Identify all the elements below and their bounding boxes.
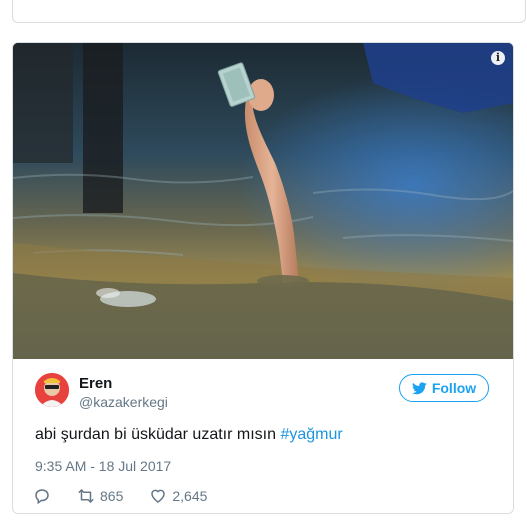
display-name[interactable]: Eren <box>79 375 112 392</box>
tweet-text: abi şurdan bi üsküdar uzatır mısın #yağm… <box>35 426 343 444</box>
reply-icon <box>35 489 49 505</box>
heart-icon <box>151 489 166 503</box>
flood-photo-illustration <box>13 43 513 359</box>
tweet-body: Eren @kazakerkegi Follow abi şurdan bi ü… <box>13 359 513 513</box>
retweet-button[interactable]: 865 <box>77 487 123 505</box>
twitter-bird-icon <box>411 381 427 394</box>
user-handle[interactable]: @kazakerkegi <box>79 394 168 410</box>
info-icon[interactable]: i <box>491 51 505 65</box>
retweet-count: 865 <box>100 488 124 504</box>
like-button[interactable]: 2,645 <box>149 487 207 505</box>
tweet-timestamp[interactable]: 9:35 AM - 18 Jul 2017 <box>35 458 171 474</box>
like-count: 2,645 <box>172 488 208 504</box>
reply-button[interactable] <box>33 487 51 505</box>
follow-button[interactable]: Follow <box>399 374 489 402</box>
retweet-icon <box>78 489 94 503</box>
hashtag-link[interactable]: #yağmur <box>280 426 342 443</box>
follow-button-label: Follow <box>431 380 477 396</box>
tweet-actions: 865 2,645 <box>33 484 207 508</box>
avatar-image <box>35 373 69 407</box>
tweet-card: i Eren @kazakerkegi Follow abi şurdan bi… <box>12 42 514 514</box>
tweet-text-body: abi şurdan bi üsküdar uzatır mısın <box>35 426 281 443</box>
previous-tweet-card <box>12 0 526 23</box>
avatar[interactable] <box>35 373 69 407</box>
tweet-photo[interactable]: i <box>13 43 513 359</box>
